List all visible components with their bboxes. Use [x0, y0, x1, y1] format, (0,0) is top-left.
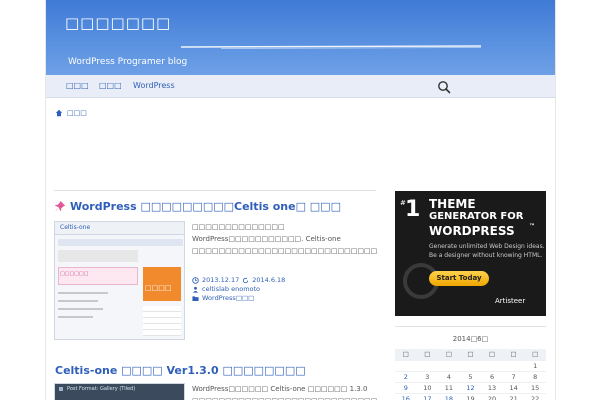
calendar-week: 1: [395, 359, 546, 371]
calendar-weekday: □: [416, 349, 439, 360]
calendar-week: 2345678: [395, 370, 546, 382]
calendar-caption: 2014□6□: [452, 335, 489, 343]
user-icon: [192, 286, 199, 293]
pin-icon: [55, 201, 66, 212]
ad-tm: ™: [529, 223, 535, 230]
calendar-day: 14: [502, 381, 525, 393]
calendar-weekday: □: [459, 349, 482, 360]
post-category[interactable]: WordPress□□□: [202, 294, 254, 302]
calendar-day: 4: [438, 370, 460, 382]
site-title[interactable]: □□□□□□□: [65, 14, 171, 34]
refresh-icon: [243, 277, 249, 283]
clock-icon: [192, 276, 199, 284]
calendar-day[interactable]: 9: [395, 381, 417, 393]
calendar-day: [481, 359, 503, 371]
nav-item-2[interactable]: □□□: [99, 81, 122, 90]
post-date[interactable]: 2013.12.17: [202, 276, 239, 284]
calendar-day[interactable]: 17: [416, 392, 439, 400]
calendar-day: [416, 359, 439, 371]
calendar-day: 8: [524, 370, 546, 382]
ad-sub1: Generate unlimited Web Design ideas.: [429, 243, 545, 250]
post-author[interactable]: celtislab enomoto: [202, 285, 260, 293]
post-dates: 2013.12.17 2014.6.18: [192, 276, 285, 284]
ad-start-button[interactable]: Start Today: [429, 271, 489, 286]
ad-line2: GENERATOR FOR: [429, 211, 524, 222]
calendar-day: 19: [459, 392, 482, 400]
divider: [395, 326, 546, 327]
calendar-day: 6: [481, 370, 503, 382]
calendar-day: 1: [524, 359, 546, 371]
contrail-graphic: [181, 45, 481, 49]
post-title[interactable]: WordPress □□□□□□□□□Celtis one□ □□□: [70, 200, 341, 213]
thumb-banner: □□□□: [145, 284, 172, 292]
post-excerpt: □□□□□□□□□□□□□□ WordPress□□□□□□□□□□□. Cel…: [192, 223, 377, 255]
calendar-day: 5: [459, 370, 482, 382]
thumb-header-text: Post Format: Gallery (Tiled): [67, 386, 136, 392]
calendar-day[interactable]: 16: [395, 392, 417, 400]
folder-icon: [192, 295, 199, 301]
calendar-day: 13: [481, 381, 503, 393]
calendar-day[interactable]: 18: [438, 392, 460, 400]
search-icon[interactable]: [437, 80, 451, 94]
calendar-day: [459, 359, 482, 371]
calendar-day: 11: [438, 381, 460, 393]
page: □□□□□□□ WordPress Programer blog □□□ □□□…: [0, 0, 600, 400]
site-container: □□□□□□□ WordPress Programer blog □□□ □□□…: [45, 0, 556, 400]
calendar-day: 7: [502, 370, 525, 382]
calendar-week: 9 10 11 12 13 14 15: [395, 381, 546, 393]
calendar-weekday: □: [438, 349, 460, 360]
post-excerpt: WordPress□□□□□□ Celtis-one □□□□□□ 1.3.0 …: [192, 385, 377, 400]
post-category-line: WordPress□□□: [192, 294, 254, 302]
site-tagline: WordPress Programer blog: [68, 57, 188, 67]
calendar-widget: □ □ □ □ □ □ □ 1 2 3 4 5 6 7 8 9 10 11 12 13 14 15 16 17 18 19 20 2…: [395, 349, 546, 400]
calendar-weekday: □: [524, 349, 546, 360]
calendar-weekday: □: [395, 349, 417, 360]
ad-line3: WORDPRESS: [429, 224, 515, 238]
calendar-day: 15: [524, 381, 546, 393]
post-thumbnail[interactable]: Post Format: Gallery (Tiled): [54, 383, 185, 400]
calendar-weekday: □: [481, 349, 503, 360]
ad-number: 1: [405, 197, 421, 222]
calendar-day: 21: [502, 392, 525, 400]
breadcrumb-home[interactable]: □□□: [67, 109, 87, 117]
main-nav: □□□ □□□ WordPress: [46, 75, 555, 98]
post-thumbnail[interactable]: Celtis-one □□□□□□ □□□□: [54, 221, 185, 340]
calendar-day: 22: [524, 392, 546, 400]
calendar-day: [438, 359, 460, 371]
site-header: □□□□□□□ WordPress Programer blog: [46, 0, 555, 75]
thumb-sidebar-label: □□□□□□: [60, 271, 89, 277]
ad-sub2: Be a designer without knowing HTML.: [429, 252, 543, 259]
nav-item-home[interactable]: □□□: [66, 81, 89, 90]
breadcrumb: □□□: [55, 106, 87, 120]
ad-brand: Artisteer: [495, 297, 526, 305]
calendar-day: 20: [481, 392, 503, 400]
nav-item-wordpress[interactable]: WordPress: [133, 81, 175, 90]
calendar-weekday: □: [502, 349, 525, 360]
calendar-week: 16 17 18 19 20 21 22: [395, 392, 546, 400]
post-author-line: celtislab enomoto: [192, 285, 260, 293]
home-icon[interactable]: [55, 109, 63, 117]
post-updated[interactable]: 2014.6.18: [252, 276, 285, 284]
calendar-day: 10: [416, 381, 439, 393]
calendar-day[interactable]: 2: [395, 370, 417, 382]
ad-line1: THEME: [429, 197, 476, 211]
post-title[interactable]: Celtis-one □□□□ Ver1.3.0 □□□□□□□□: [55, 364, 306, 377]
calendar-day: 3: [416, 370, 439, 382]
calendar-day: [395, 359, 417, 371]
divider: [54, 190, 376, 191]
thumb-header-text: Celtis-one: [60, 224, 91, 231]
sidebar-ad-banner[interactable]: # 1 THEME GENERATOR FOR WORDPRESS ™ Gene…: [395, 191, 546, 316]
calendar-day[interactable]: 12: [459, 381, 482, 393]
calendar-day: [502, 359, 525, 371]
